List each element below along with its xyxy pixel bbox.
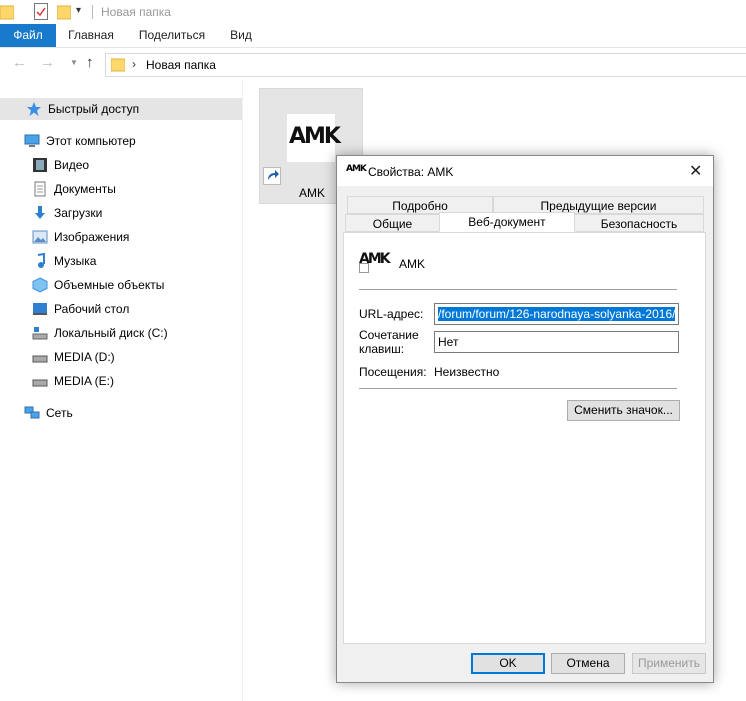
tab-share[interactable]: Поделиться — [132, 24, 212, 47]
tab-web-document[interactable]: Веб-документ — [439, 212, 575, 232]
sidebar-item-label: Быстрый доступ — [48, 102, 140, 116]
local-disk-icon — [32, 325, 48, 341]
star-icon — [26, 101, 42, 117]
sidebar-item-documents[interactable]: Документы — [0, 178, 242, 200]
navigation-bar: ← → ▼ ↑ › Новая папка — [0, 48, 746, 80]
sidebar-item-media-e[interactable]: MEDIA (E:) — [0, 370, 242, 392]
sidebar-item-desktop[interactable]: Рабочий стол — [0, 298, 242, 320]
folder-icon — [111, 58, 125, 72]
sidebar-item-label: Загрузки — [54, 206, 103, 220]
tab-home[interactable]: Главная — [60, 24, 122, 47]
shortcut-arrow-icon — [263, 167, 281, 185]
dialog-titlebar[interactable]: AMK Свойства: AMK ✕ — [337, 156, 713, 186]
file-thumbnail: AMK — [287, 114, 341, 162]
sidebar-item-local-disk-c[interactable]: Локальный диск (C:) — [0, 322, 242, 344]
dialog-title: Свойства: AMK — [368, 165, 454, 179]
shortcut-key-field[interactable]: Нет — [434, 331, 679, 353]
url-field-value: /forum/forum/126-narodnaya-solyanka-2016… — [438, 307, 676, 321]
window-titlebar: ▾ Новая папка — [0, 0, 746, 24]
ok-button[interactable]: OK — [471, 653, 545, 674]
customize-quick-access-icon[interactable]: ▾ — [76, 5, 81, 16]
divider — [359, 388, 677, 389]
download-icon — [32, 205, 48, 221]
documents-icon — [32, 181, 48, 197]
computer-icon — [24, 133, 40, 149]
tab-general[interactable]: Общие — [345, 214, 440, 232]
titlebar-separator — [92, 5, 93, 19]
sidebar-item-label: Этот компьютер — [46, 134, 136, 148]
sidebar-item-media-d[interactable]: MEDIA (D:) — [0, 346, 242, 368]
breadcrumb-chevron-icon[interactable]: › — [132, 57, 136, 71]
shortcut-key-label-line1: Сочетание — [359, 328, 419, 342]
up-arrow-icon[interactable]: ↑ — [86, 54, 94, 71]
properties-icon[interactable] — [34, 3, 48, 20]
tab-file[interactable]: Файл — [0, 24, 56, 47]
sidebar-item-label: Документы — [54, 182, 116, 196]
tab-view[interactable]: Вид — [222, 24, 260, 47]
apply-button[interactable]: Применить — [632, 653, 706, 674]
back-arrow-icon[interactable]: ← — [12, 54, 27, 71]
window-title: Новая папка — [101, 5, 171, 19]
sidebar-item-downloads[interactable]: Загрузки — [0, 202, 242, 224]
sidebar-item-video[interactable]: Видео — [0, 154, 242, 176]
web-document-panel: AMK AMK URL-адрес: /forum/forum/126-naro… — [343, 232, 706, 644]
properties-dialog: AMK Свойства: AMK ✕ Подробно Предыдущие … — [336, 155, 714, 683]
thumbnail-logo-text: AMK — [289, 124, 341, 149]
url-label: URL-адрес: — [359, 307, 424, 321]
new-folder-icon[interactable] — [57, 4, 71, 20]
folder-icon[interactable] — [0, 4, 14, 20]
sidebar-item-pictures[interactable]: Изображения — [0, 226, 242, 248]
sidebar-item-label: Музыка — [54, 254, 97, 268]
divider — [359, 289, 677, 290]
sidebar-item-music[interactable]: Музыка — [0, 250, 242, 272]
address-bar[interactable]: › Новая папка — [105, 53, 746, 77]
sidebar-item-3d-objects[interactable]: Объемные объекты — [0, 274, 242, 296]
recent-locations-icon[interactable]: ▼ — [70, 58, 78, 67]
shortcut-key-label-line2: клавиш: — [359, 342, 405, 356]
dialog-app-icon: AMK — [346, 164, 367, 174]
tab-security[interactable]: Безопасность — [574, 214, 704, 232]
visits-value: Неизвестно — [434, 365, 500, 379]
change-icon-button[interactable]: Сменить значок... — [567, 400, 680, 421]
shortcut-arrow-icon — [359, 263, 369, 273]
drive-icon — [32, 349, 48, 365]
navigation-pane: Быстрый доступ Этот компьютер Видео Доку… — [0, 90, 242, 701]
sidebar-item-label: Локальный диск (C:) — [54, 326, 168, 340]
pane-splitter[interactable] — [242, 80, 243, 701]
cancel-button[interactable]: Отмена — [551, 653, 625, 674]
ribbon-tabs: Файл Главная Поделиться Вид — [0, 24, 746, 48]
shortcut-key-value: Нет — [438, 335, 459, 349]
network-icon — [24, 405, 40, 421]
sidebar-item-label: Изображения — [54, 230, 130, 244]
close-icon[interactable]: ✕ — [689, 161, 702, 181]
sidebar-item-label: Сеть — [46, 406, 73, 420]
sidebar-item-network[interactable]: Сеть — [0, 402, 242, 424]
sidebar-item-label: MEDIA (D:) — [54, 350, 115, 364]
sidebar-item-label: Видео — [54, 158, 90, 172]
forward-arrow-icon[interactable]: → — [40, 54, 55, 71]
pictures-icon — [32, 229, 48, 245]
music-icon — [32, 252, 48, 269]
drive-icon — [32, 373, 48, 389]
sidebar-item-this-pc[interactable]: Этот компьютер — [0, 130, 242, 152]
sidebar-item-label: Объемные объекты — [54, 278, 165, 292]
visits-label: Посещения: — [359, 365, 427, 379]
sidebar-item-label: MEDIA (E:) — [54, 374, 115, 388]
sidebar-item-label: Рабочий стол — [54, 302, 130, 316]
3d-objects-icon — [32, 277, 48, 293]
sidebar-item-quick-access[interactable]: Быстрый доступ — [0, 98, 242, 120]
video-icon — [32, 157, 48, 173]
shortcut-file-icon: AMK — [359, 251, 391, 275]
shortcut-name: AMK — [399, 257, 426, 271]
breadcrumb-current[interactable]: Новая папка — [146, 58, 216, 72]
url-field[interactable]: /forum/forum/126-narodnaya-solyanka-2016… — [434, 303, 679, 325]
desktop-icon — [32, 301, 48, 317]
